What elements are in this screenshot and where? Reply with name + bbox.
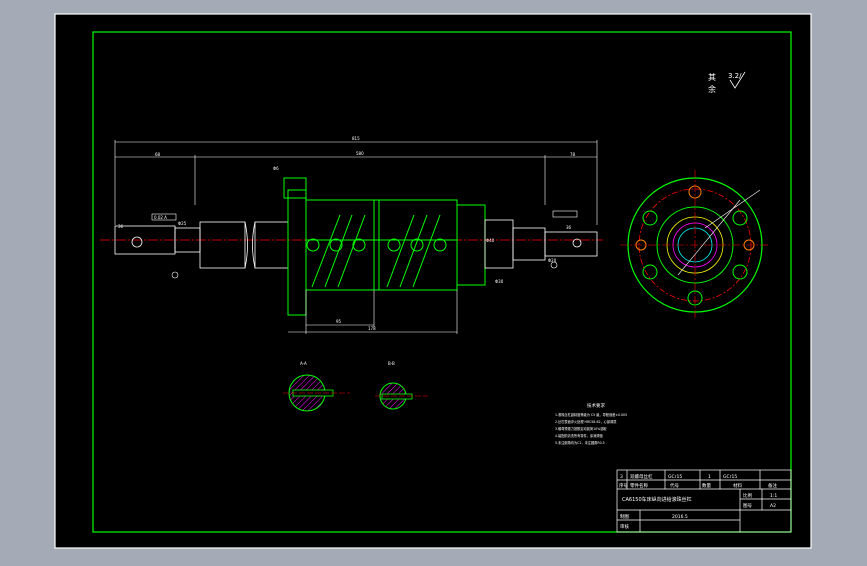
tb-header-code: 代号 — [670, 482, 679, 489]
tb-row1-qty: 1 — [708, 474, 711, 480]
roughness-symbol: 3.2/ — [728, 72, 742, 80]
tech-req-item: 3.螺母预紧力按额定动载荷10%选取 — [555, 426, 607, 431]
dim-main-span: 580 — [356, 151, 364, 156]
dim-keyway-right: 36 — [566, 225, 572, 230]
tech-req-item: 2.丝杠表面淬火处理 HRC58-62，心部调质 — [555, 419, 617, 424]
tb-sheet-label: 图号 — [743, 503, 752, 509]
dim-nut-span: 178 — [368, 326, 376, 331]
section-label-a: A-A — [300, 361, 307, 366]
tb-row1-material: GCr15 — [723, 474, 737, 480]
tol-left: 0.02 A — [154, 215, 167, 220]
dim-overall: 815 — [352, 136, 360, 141]
tb-header-remark: 备注 — [768, 482, 777, 489]
cad-viewport[interactable]: 其 余 3.2/ 815 68 580 78 36 Φ25 0.02 A Φ6 … — [0, 0, 867, 562]
tb-row1-no: 3 — [620, 474, 623, 480]
tb-row1-name: 双螺母丝杠 — [630, 473, 653, 480]
tb-drawn-label: 制图 — [620, 513, 629, 520]
section-label-b: B-B — [388, 361, 395, 366]
dim-dia-small: Φ6 — [273, 166, 279, 171]
tb-sheet-value: A2 — [770, 503, 776, 509]
roughness-line1: 其 — [708, 73, 716, 82]
paper-sheet — [54, 13, 812, 549]
tb-header-qty: 数量 — [702, 482, 711, 489]
tb-header-name: 零件名称 — [630, 482, 648, 489]
tb-scale-label: 比例 — [743, 492, 752, 499]
tb-row1-code: GCr15 — [668, 474, 682, 480]
dim-d2: Φ30 — [495, 279, 504, 284]
dim-keyway-left: 36 — [118, 224, 124, 229]
tech-req-item: 5.未注倒角均为C1，未注圆角R0.5 — [555, 440, 605, 445]
tb-header-material: 材料 — [733, 482, 742, 489]
tb-date: 2016.5 — [672, 514, 688, 520]
drawing-canvas: 其 余 3.2/ 815 68 580 78 36 Φ25 0.02 A Φ6 … — [54, 13, 812, 549]
tb-scale-value: 1:1 — [770, 493, 777, 499]
dim-d1: Φ25 — [178, 221, 187, 226]
dim-left-seg: 68 — [155, 152, 161, 157]
tech-req-title: 技术要求 — [587, 402, 605, 409]
tb-title: CA6150车床纵向进给滚珠丝杠 — [622, 496, 692, 503]
tech-req-item: 1.滚珠丝杠副精度等级为 C5 级，导程误差±0.005 — [555, 412, 627, 417]
dim-nut-sub: 95 — [336, 319, 342, 324]
tb-header-no: 序号 — [619, 482, 628, 489]
dim-center-dia: Φ40 — [486, 238, 495, 243]
tb-checked-label: 审核 — [620, 523, 629, 530]
roughness-line2: 余 — [708, 84, 716, 94]
tech-req-item: 4.装配前清洗所有零件，涂润滑脂 — [555, 433, 603, 438]
dim-right-seg: 78 — [570, 152, 576, 157]
